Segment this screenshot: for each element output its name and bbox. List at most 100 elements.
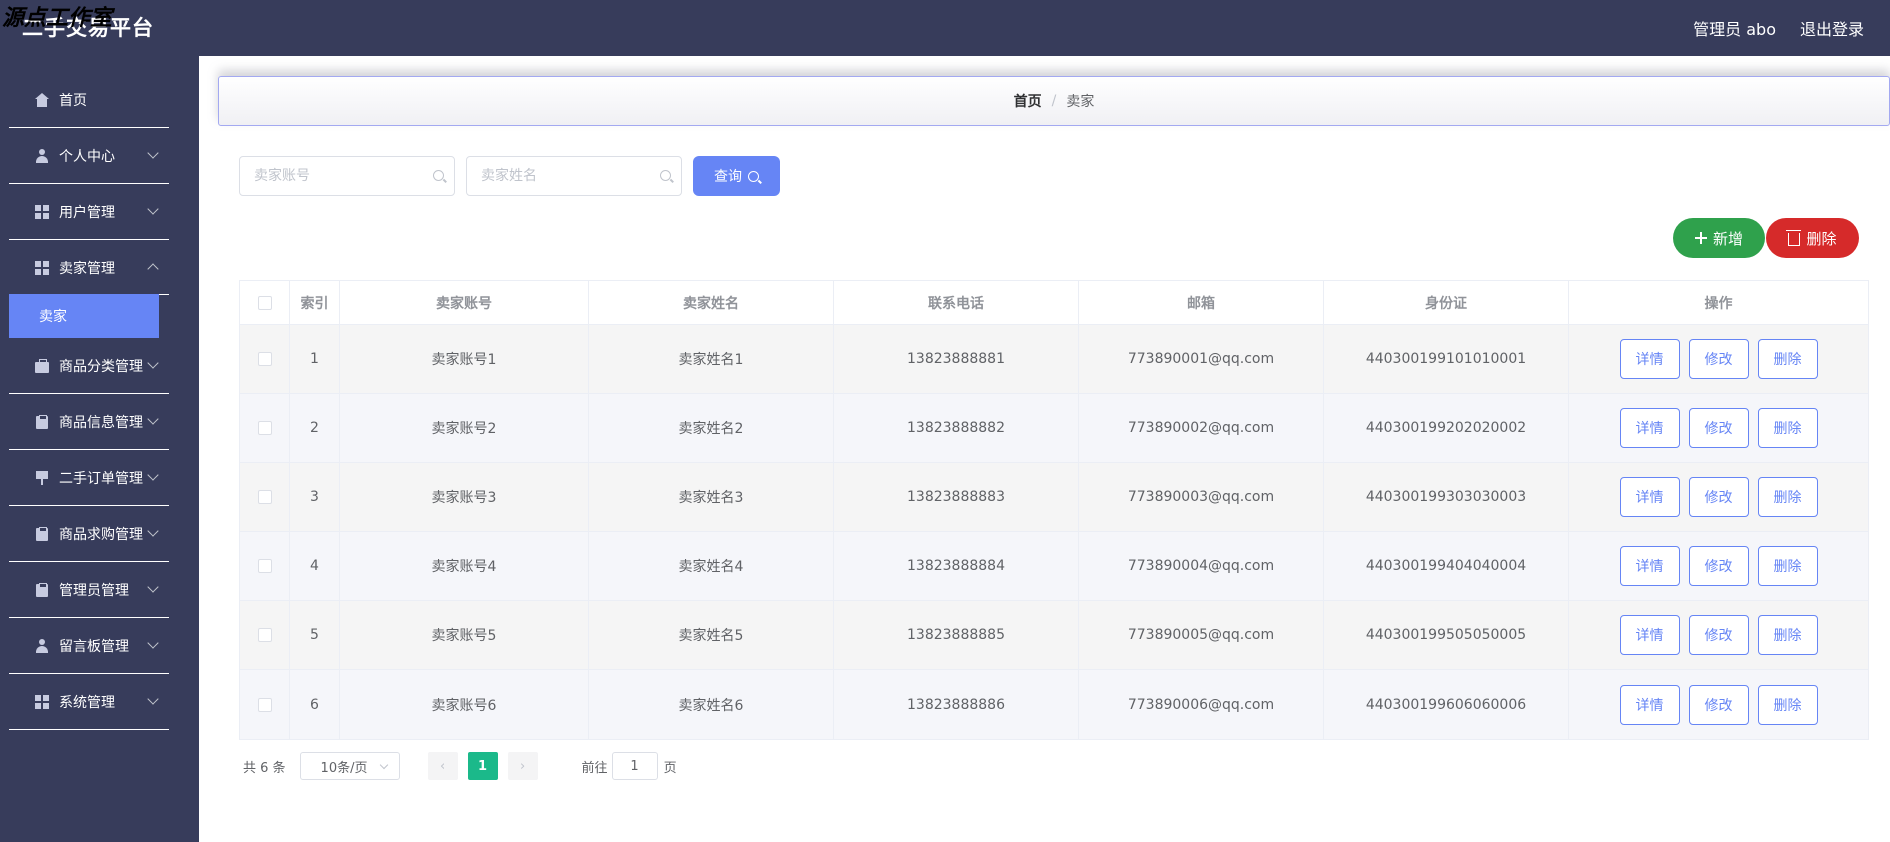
chevron-up-icon [147,263,159,275]
sidebar-subitem-seller[interactable]: 卖家 [9,294,159,338]
row-checkbox[interactable] [257,352,272,366]
page-number-current[interactable]: 1 [467,752,498,780]
row-index: 3 [290,463,340,531]
chevron-down-icon [147,357,159,369]
detail-button[interactable]: 详情 [1619,615,1680,655]
breadcrumb: 首页 / 卖家 [218,76,1890,126]
delete-button-label: 删除 [1806,229,1837,248]
admin-label[interactable]: 管理员 abo [1693,16,1776,40]
sidebar-item-label: 留言板管理 [59,638,129,655]
delete-button[interactable]: 删除 [1757,339,1818,379]
query-button-label: 查询 [714,169,742,185]
logout-link[interactable]: 退出登录 [1800,16,1864,40]
row-name: 卖家姓名3 [589,463,834,531]
flag-icon [35,470,49,485]
detail-button[interactable]: 详情 [1619,339,1680,379]
sidebar-item-message-board[interactable]: 留言板管理 [9,618,169,674]
chevron-down-icon [147,581,159,593]
row-name: 卖家姓名1 [589,325,834,393]
grid-icon [35,694,49,709]
row-checkbox[interactable] [257,697,272,712]
detail-button[interactable]: 详情 [1619,408,1680,448]
sidebar-item-home[interactable]: 首页 [9,72,169,128]
sidebar-item-product-info[interactable]: 商品信息管理 [9,394,169,450]
table-row: 6 卖家账号6 卖家姓名6 13823888886 773890006@qq.c… [240,670,1868,739]
prev-page-button[interactable]: ‹ [427,752,458,780]
seller-name-search[interactable] [466,156,682,196]
pagination: 共 6 条 10条/页 ‹ 1 › 前往 页 [243,752,677,780]
sidebar-item-label: 系统管理 [59,694,115,711]
seller-account-input[interactable] [254,157,424,195]
row-phone: 13823888886 [834,670,1079,739]
table-row: 2 卖家账号2 卖家姓名2 13823888882 773890002@qq.c… [240,394,1868,463]
batch-delete-button[interactable]: 删除 [1766,218,1859,258]
row-checkbox[interactable] [257,421,272,435]
delete-button[interactable]: 删除 [1757,684,1818,725]
row-account: 卖家账号6 [340,670,589,739]
chevron-down-icon [147,637,159,649]
edit-button[interactable]: 修改 [1688,408,1749,448]
sidebar-item-seller-management[interactable]: 卖家管理 [9,240,169,296]
select-all-checkbox[interactable] [257,295,272,310]
page-size-value: 10条/页 [320,760,368,776]
row-check-cell [240,601,290,669]
sidebar-item-label: 二手订单管理 [59,470,143,487]
seller-name-input[interactable] [481,157,651,195]
sidebar-item-order-management[interactable]: 二手订单管理 [9,450,169,506]
row-operations: 详情 修改 删除 [1569,463,1868,531]
edit-button[interactable]: 修改 [1688,615,1749,655]
row-phone: 13823888885 [834,601,1079,669]
search-icon [433,170,444,181]
row-id-card: 440300199303030003 [1324,463,1569,531]
edit-button[interactable]: 修改 [1688,546,1749,586]
delete-button[interactable]: 删除 [1757,408,1818,448]
query-button[interactable]: 查询 [693,156,780,196]
sidebar-item-personal-center[interactable]: 个人中心 [9,128,169,184]
delete-button[interactable]: 删除 [1757,546,1818,586]
row-phone: 13823888882 [834,394,1079,462]
detail-button[interactable]: 详情 [1619,477,1680,517]
detail-button[interactable]: 详情 [1619,684,1680,725]
goto-page-input[interactable] [611,752,658,780]
edit-button[interactable]: 修改 [1688,339,1749,379]
next-page-button[interactable]: › [507,752,538,780]
row-id-card: 440300199404040004 [1324,532,1569,600]
row-check-cell [240,532,290,600]
sidebar-item-admin-management[interactable]: 管理员管理 [9,562,169,618]
delete-button[interactable]: 删除 [1757,615,1818,655]
sidebar-item-system-management[interactable]: 系统管理 [9,674,169,730]
row-name: 卖家姓名5 [589,601,834,669]
sidebar-item-user-management[interactable]: 用户管理 [9,184,169,240]
breadcrumb-home[interactable]: 首页 [1014,91,1042,111]
row-checkbox[interactable] [257,559,272,573]
row-checkbox[interactable] [257,628,272,642]
seller-account-search[interactable] [239,156,455,196]
chevron-down-icon [379,760,388,770]
row-checkbox[interactable] [257,490,272,504]
add-button[interactable]: 新增 [1673,218,1765,258]
user-icon [35,638,49,653]
delete-button[interactable]: 删除 [1757,477,1818,517]
breadcrumb-current: 卖家 [1066,94,1095,110]
header-phone: 联系电话 [834,281,1079,324]
sidebar-item-purchase-request[interactable]: 商品求购管理 [9,506,169,562]
sidebar-item-label: 首页 [59,92,87,109]
row-check-cell [240,670,290,739]
edit-button[interactable]: 修改 [1688,477,1749,517]
detail-button[interactable]: 详情 [1619,546,1680,586]
row-operations: 详情 修改 删除 [1569,394,1868,462]
grid-icon [35,261,49,275]
edit-button[interactable]: 修改 [1688,684,1749,725]
row-name: 卖家姓名6 [589,670,834,739]
row-email: 773890005@qq.com [1079,601,1324,669]
clipboard-check-icon [35,582,49,597]
page-size-select[interactable]: 10条/页 [299,752,400,780]
main-content: 首页 / 卖家 查询 新增 删除 索引 卖家账号 卖家姓名 联系电话 邮箱 身份… [199,56,1890,842]
plus-icon [1694,232,1707,244]
sidebar-item-label: 商品求购管理 [59,526,143,543]
sidebar-item-category-management[interactable]: 商品分类管理 [9,338,169,394]
header-id-card: 身份证 [1324,281,1569,324]
header-user-area: 管理员 abo 退出登录 [1693,16,1864,40]
goto-suffix: 页 [663,760,677,776]
table-header: 索引 卖家账号 卖家姓名 联系电话 邮箱 身份证 操作 [240,281,1868,325]
